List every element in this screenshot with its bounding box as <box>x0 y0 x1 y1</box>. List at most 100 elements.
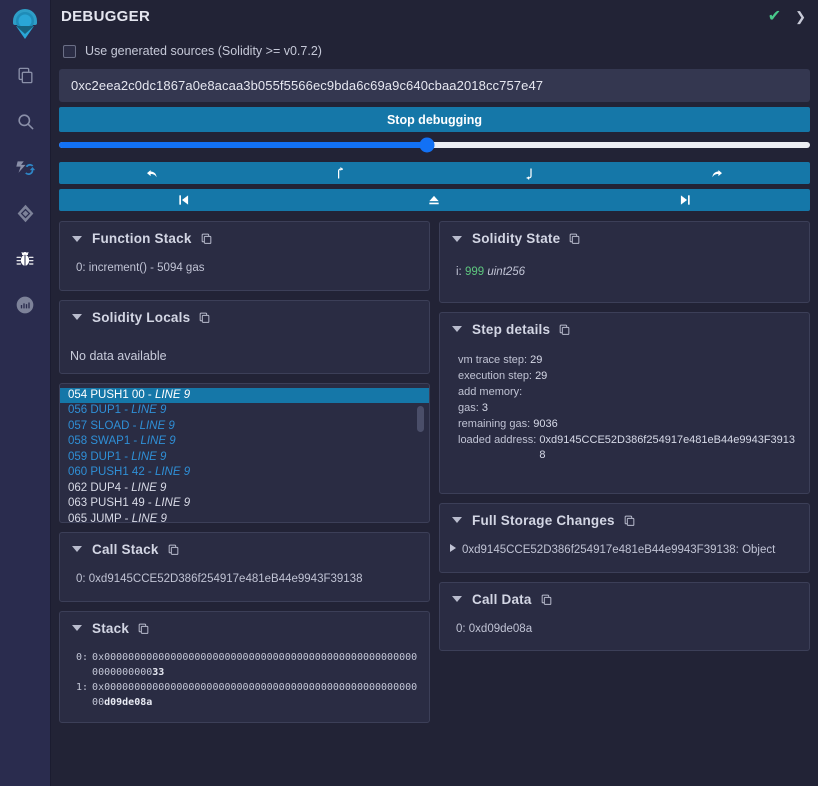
step-detail-key: loaded address: <box>458 433 540 446</box>
instruction-line[interactable]: 063 PUSH1 49 - LINE 9 <box>60 496 429 512</box>
instruction-line[interactable]: 057 SLOAD - LINE 9 <box>60 419 429 435</box>
step-detail-row: execution step: 29 <box>458 369 799 385</box>
instruction-text: 065 JUMP - <box>68 512 132 523</box>
instruction-line-number: LINE 9 <box>131 450 167 463</box>
copy-icon[interactable] <box>568 232 581 245</box>
right-column: Solidity State i: 999 uint256 Step detai… <box>439 221 810 732</box>
plugin-icon-bar <box>0 0 51 786</box>
copy-icon[interactable] <box>137 622 150 635</box>
solidity-state-header[interactable]: Solidity State <box>440 222 809 252</box>
copy-icon[interactable] <box>198 311 211 324</box>
generated-sources-row[interactable]: Use generated sources (Solidity >= v0.7.… <box>59 33 810 69</box>
step-detail-row: remaining gas: 9036 <box>458 417 799 433</box>
jump-out-button[interactable] <box>309 189 559 211</box>
transaction-hash-input[interactable]: 0xc2eea2c0dc1867a0e8acaa3b055f5566ec9bda… <box>59 69 810 102</box>
caret-down-icon[interactable] <box>72 625 82 632</box>
call-stack-title: Call Stack <box>92 541 159 557</box>
caret-right-icon[interactable] <box>450 543 456 552</box>
state-variable-name: i: <box>456 266 462 278</box>
caret-down-icon[interactable] <box>72 235 82 242</box>
call-stack-body: 0: 0xd9145CCE52D386f254917e481eB44e9943F… <box>60 563 429 601</box>
instruction-line-number: LINE 9 <box>131 481 167 494</box>
instruction-line-number: LINE 9 <box>131 404 167 417</box>
step-detail-key: remaining gas: <box>458 417 534 430</box>
caret-down-icon[interactable] <box>452 596 462 603</box>
step-detail-value: 9036 <box>533 417 558 430</box>
caret-down-icon[interactable] <box>452 326 462 333</box>
debugger-icon[interactable] <box>0 236 51 282</box>
caret-down-icon[interactable] <box>72 314 82 321</box>
instruction-line[interactable]: 058 SWAP1 - LINE 9 <box>60 434 429 450</box>
stack-row: 1: 0x000000000000000000000000000000000000… <box>76 680 419 710</box>
search-icon[interactable] <box>0 98 51 144</box>
caret-down-icon[interactable] <box>452 235 462 242</box>
generated-sources-checkbox[interactable] <box>63 44 76 58</box>
copy-icon[interactable] <box>200 232 213 245</box>
caret-down-icon[interactable] <box>452 517 462 524</box>
storage-entry-label: 0xd9145CCE52D386f254917e481eB44e9943F391… <box>462 543 776 556</box>
solidity-locals-empty: No data available <box>70 348 167 363</box>
chevron-right-icon[interactable]: ❯ <box>795 10 806 23</box>
call-data-panel: Call Data 0: 0xd09de08a <box>439 581 810 652</box>
instructions-list[interactable]: 054 PUSH1 00 - LINE 9 056 DUP1 - LINE 9 05… <box>59 382 430 523</box>
function-stack-header[interactable]: Function Stack <box>60 222 429 252</box>
instruction-line[interactable]: 060 PUSH1 42 - LINE 9 <box>60 465 429 481</box>
copy-icon[interactable] <box>540 593 553 606</box>
step-out-button[interactable] <box>247 162 435 184</box>
state-variable-type: uint256 <box>487 266 526 278</box>
instruction-line[interactable]: 054 PUSH1 00 - LINE 9 <box>60 387 429 404</box>
instruction-line-number: LINE 9 <box>139 419 175 432</box>
instruction-line[interactable]: 065 JUMP - LINE 9 <box>60 512 429 523</box>
list-item: 0: 0xd9145CCE52D386f254917e481eB44e9943F… <box>76 572 363 585</box>
stack-value-tail: 33 <box>152 666 165 678</box>
step-detail-row: gas: 3 <box>458 401 799 417</box>
full-storage-changes-header[interactable]: Full Storage Changes <box>440 504 809 534</box>
step-slider-thumb[interactable] <box>419 137 435 152</box>
caret-down-icon[interactable] <box>72 546 82 553</box>
debugger-panel: DEBUGGER ✔ ❯ Use generated sources (Soli… <box>51 0 818 786</box>
solidity-locals-header[interactable]: Solidity Locals <box>60 301 429 331</box>
deploy-icon[interactable] <box>0 190 51 236</box>
step-back-button[interactable] <box>59 162 247 184</box>
step-detail-key: add memory: <box>458 385 526 398</box>
instruction-line-number: LINE 9 <box>154 466 191 479</box>
call-stack-header[interactable]: Call Stack <box>60 533 429 563</box>
jump-previous-breakpoint-button[interactable] <box>59 189 309 211</box>
instruction-line[interactable]: 059 DUP1 - LINE 9 <box>60 450 429 466</box>
instruction-line-number: LINE 9 <box>154 388 191 401</box>
storage-tree-row[interactable]: 0xd9145CCE52D386f254917e481eB44e9943F391… <box>450 542 799 560</box>
copy-icon[interactable] <box>558 323 571 336</box>
remix-logo[interactable] <box>0 0 50 52</box>
page-title: DEBUGGER <box>61 8 151 25</box>
copy-icon[interactable] <box>167 543 180 556</box>
scrollbar-thumb[interactable] <box>417 405 424 432</box>
step-slider[interactable] <box>59 137 810 152</box>
call-data-title: Call Data <box>472 591 532 607</box>
solidity-locals-title: Solidity Locals <box>92 309 191 325</box>
step-over-button[interactable] <box>622 162 810 184</box>
call-data-body: 0: 0xd09de08a <box>440 613 809 651</box>
step-details-header[interactable]: Step details <box>440 313 809 343</box>
step-into-button[interactable] <box>435 162 623 184</box>
instruction-text: 054 PUSH1 00 - <box>68 388 155 401</box>
step-details-body: vm trace step: 29 execution step: 29 add m… <box>440 343 809 493</box>
stack-header[interactable]: Stack <box>60 612 429 642</box>
plugin-manager-icon[interactable] <box>0 282 51 328</box>
compile-icon[interactable] <box>0 144 51 190</box>
call-data-header[interactable]: Call Data <box>440 583 809 613</box>
instruction-text: 062 DUP4 - <box>68 481 132 494</box>
file-explorer-icon[interactable] <box>0 52 51 98</box>
instruction-line-number: LINE 9 <box>154 497 191 510</box>
jump-next-breakpoint-button[interactable] <box>560 189 810 211</box>
step-detail-row: add memory: <box>458 385 799 401</box>
copy-icon[interactable] <box>623 514 636 527</box>
instruction-line[interactable]: 062 DUP4 - LINE 9 <box>60 481 429 497</box>
generated-sources-label: Use generated sources (Solidity >= v0.7.… <box>85 44 322 58</box>
stack-value-tail: d09de08a <box>104 696 153 708</box>
list-item: 0: 0xd09de08a <box>456 622 533 635</box>
stop-debugging-button[interactable]: Stop debugging <box>59 107 810 132</box>
instruction-line[interactable]: 056 DUP1 - LINE 9 <box>60 403 429 419</box>
step-slider-wrap <box>59 132 810 157</box>
step-detail-row: vm trace step: 29 <box>458 353 799 369</box>
state-variable-value: 999 <box>464 266 485 278</box>
